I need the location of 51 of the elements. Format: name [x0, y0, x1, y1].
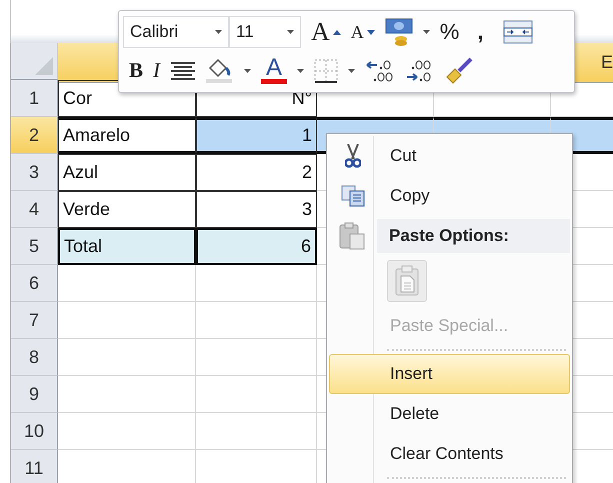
- fill-color-icon[interactable]: [206, 58, 234, 84]
- table-cell[interactable]: Verde: [58, 191, 196, 228]
- row-header[interactable]: 5: [11, 228, 58, 265]
- paste-button[interactable]: [387, 260, 427, 302]
- table-cell[interactable]: Total: [58, 228, 196, 265]
- increase-decimal-icon[interactable]: [365, 58, 396, 84]
- percent-button[interactable]: %: [440, 19, 460, 46]
- shrink-font-button[interactable]: A: [350, 22, 375, 43]
- menu-item[interactable]: Insert: [329, 354, 570, 394]
- align-center-icon[interactable]: [170, 60, 196, 81]
- table-cell[interactable]: 3: [196, 191, 317, 228]
- down-arrow-icon: [366, 30, 375, 35]
- menu-item[interactable]: Clear Contents: [329, 434, 570, 474]
- row-header[interactable]: 9: [11, 376, 58, 413]
- clipboard-icon: [339, 222, 365, 250]
- borders-icon[interactable]: [314, 58, 338, 83]
- money-icon[interactable]: [384, 18, 413, 46]
- table-cell[interactable]: 6: [196, 228, 317, 265]
- menu-item[interactable]: Cut: [329, 136, 570, 176]
- font-size-field[interactable]: 11: [229, 16, 301, 48]
- table-cell[interactable]: 1: [196, 117, 317, 154]
- paintbrush-icon[interactable]: [445, 56, 474, 85]
- font-field[interactable]: Calibri: [123, 16, 229, 48]
- up-arrow-icon: [332, 30, 341, 35]
- row-header[interactable]: 1: [11, 80, 58, 117]
- grow-font-button[interactable]: A: [311, 17, 341, 48]
- row-header[interactable]: 7: [11, 302, 58, 339]
- table-cell[interactable]: 2: [196, 154, 317, 191]
- row-header[interactable]: 4: [11, 191, 58, 228]
- accounting-caret-icon: [422, 30, 430, 34]
- fill-caret-icon: [244, 68, 252, 73]
- select-all-icon[interactable]: [35, 57, 53, 75]
- row-header[interactable]: 11: [11, 450, 58, 483]
- row-header[interactable]: 2: [11, 117, 58, 154]
- row-header[interactable]: 10: [11, 413, 58, 450]
- caret-icon: [215, 30, 222, 34]
- font-color-caret-icon: [297, 68, 304, 73]
- borders-caret-icon: [348, 68, 356, 73]
- caret-icon: [287, 30, 294, 34]
- table-cell[interactable]: Amarelo: [58, 117, 196, 154]
- row-header[interactable]: 8: [11, 339, 58, 376]
- table-cell[interactable]: Azul: [58, 154, 196, 191]
- merge-cells-icon[interactable]: [503, 20, 534, 44]
- row-header[interactable]: 6: [11, 265, 58, 302]
- copy-icon: [341, 185, 365, 207]
- menu-item[interactable]: Delete: [329, 394, 570, 434]
- menu-item[interactable]: Copy: [329, 176, 570, 216]
- menu-heading: Paste Options:: [377, 219, 570, 253]
- scissors-icon: [345, 144, 361, 168]
- comma-button[interactable]: ,: [477, 19, 484, 46]
- row-header[interactable]: 3: [11, 154, 58, 191]
